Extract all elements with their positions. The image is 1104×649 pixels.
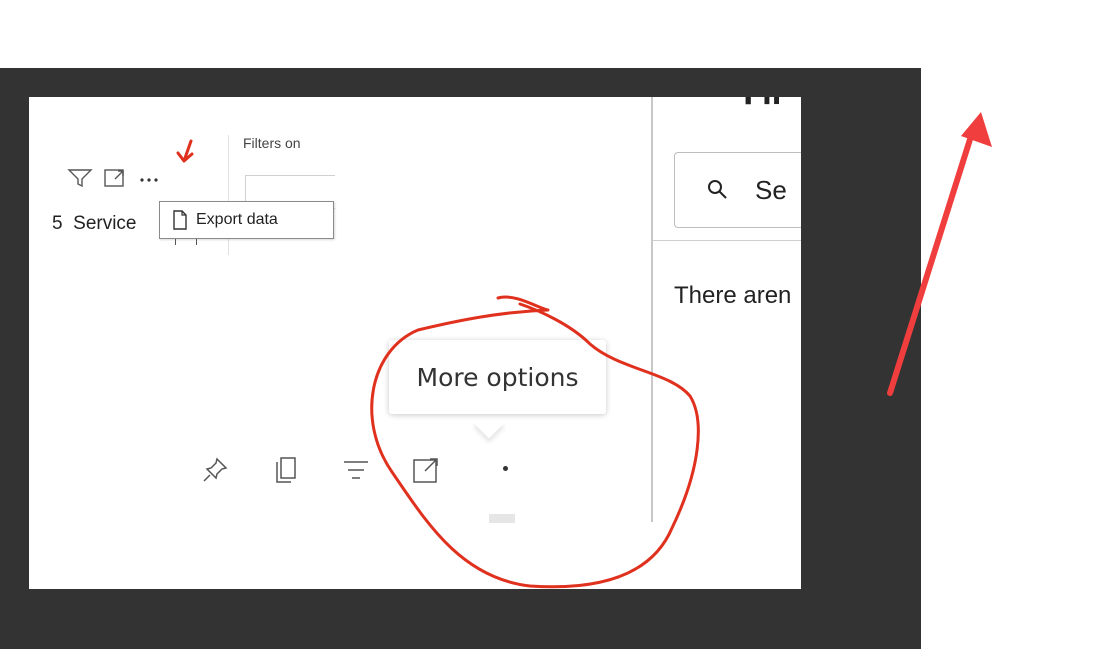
pin-visual-button[interactable] <box>195 452 235 488</box>
table-row: 5 Service <box>52 213 137 235</box>
tooltip-text: More options <box>416 362 579 392</box>
focus-mode-button[interactable] <box>406 452 446 488</box>
filter-pane-divider <box>651 97 653 522</box>
row-number: 5 <box>52 213 63 234</box>
more-options-icon[interactable] <box>137 167 163 189</box>
filter-visual-button[interactable] <box>336 452 376 488</box>
document-icon <box>173 210 187 230</box>
search-placeholder: Se <box>755 174 787 205</box>
visual-resize-handle <box>489 514 515 523</box>
power-bi-screenshot: Filters on 5 Service Export data Fil Se … <box>29 97 801 589</box>
filter-pane-title-text: Fil <box>743 97 781 109</box>
filters-on-label: Filters on <box>243 135 301 151</box>
filter-pane-search-input[interactable]: Se <box>674 152 801 228</box>
next-menu-item-fragment <box>175 239 197 245</box>
copy-icon <box>276 457 296 483</box>
no-filters-message: There aren <box>674 282 792 309</box>
filter-pane-separator <box>653 240 801 241</box>
focus-mode-icon[interactable] <box>103 167 127 189</box>
export-data-menu-item[interactable]: Export data <box>159 201 334 239</box>
export-data-label: Export data <box>196 211 278 228</box>
pin-icon <box>203 457 228 482</box>
copy-visual-button[interactable] <box>266 452 306 488</box>
visual-header-icons <box>67 165 163 191</box>
filter-lines-icon <box>344 461 368 479</box>
more-options-button[interactable] <box>503 466 508 471</box>
row-label: Service <box>73 213 137 234</box>
filter-pane-title: Fil <box>743 97 801 109</box>
red-arrow-head <box>961 112 992 147</box>
expand-icon <box>413 458 438 483</box>
search-icon <box>708 180 727 199</box>
filter-icon[interactable] <box>67 167 93 189</box>
more-options-tooltip: More options <box>389 340 606 414</box>
